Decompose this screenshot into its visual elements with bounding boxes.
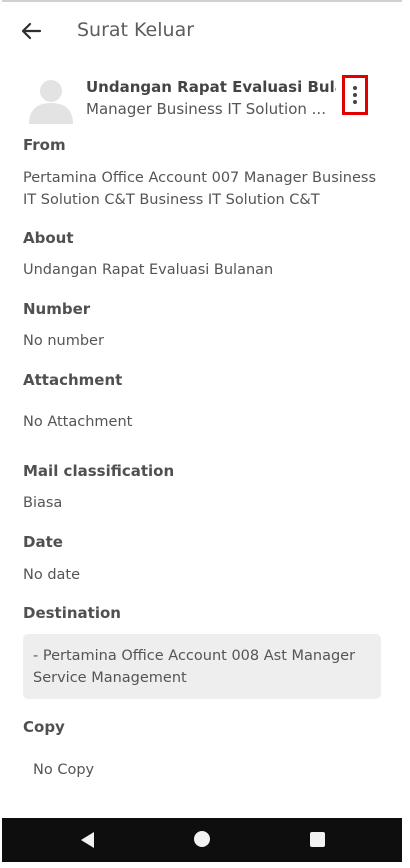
app-header: Surat Keluar xyxy=(2,2,402,60)
nav-back-triangle-icon[interactable] xyxy=(78,830,98,850)
destination-value: - Pertamina Office Account 008 Ast Manag… xyxy=(23,634,381,699)
mail-detail-screen: Surat Keluar Undangan Rapat Evaluasi Bul… xyxy=(2,2,402,818)
bottom-edge xyxy=(0,862,410,868)
attachment-label: Attachment xyxy=(23,371,123,389)
copy-value: No Copy xyxy=(33,762,95,778)
date-label: Date xyxy=(23,533,63,551)
nav-home-circle-icon[interactable] xyxy=(194,831,210,847)
person-avatar-icon xyxy=(29,80,73,124)
system-navigation-bar xyxy=(2,818,402,862)
mail-sender: Manager Business IT Solution ... xyxy=(86,100,326,118)
mail-subject: Undangan Rapat Evaluasi Bulanan xyxy=(86,78,336,96)
classification-value: Biasa xyxy=(23,495,63,511)
more-vertical-icon-dot xyxy=(353,100,357,104)
about-value: Undangan Rapat Evaluasi Bulanan xyxy=(23,262,274,278)
from-value: Pertamina Office Account 007 Manager Bus… xyxy=(23,170,376,208)
more-vertical-icon-dot xyxy=(353,93,357,97)
number-value: No number xyxy=(23,333,104,349)
from-label: From xyxy=(23,136,66,154)
destination-label: Destination xyxy=(23,604,121,622)
nav-recent-square-icon[interactable] xyxy=(310,832,325,847)
attachment-value: No Attachment xyxy=(23,414,133,430)
number-label: Number xyxy=(23,300,91,318)
page-title: Surat Keluar xyxy=(77,19,195,41)
about-label: About xyxy=(23,229,74,247)
classification-label: Mail classification xyxy=(23,462,175,480)
copy-label: Copy xyxy=(23,718,65,736)
more-vertical-icon xyxy=(353,86,357,90)
more-options-button[interactable] xyxy=(342,75,368,115)
arrow-left-icon[interactable] xyxy=(20,20,42,42)
date-value: No date xyxy=(23,567,81,583)
screen-edge xyxy=(402,0,410,868)
